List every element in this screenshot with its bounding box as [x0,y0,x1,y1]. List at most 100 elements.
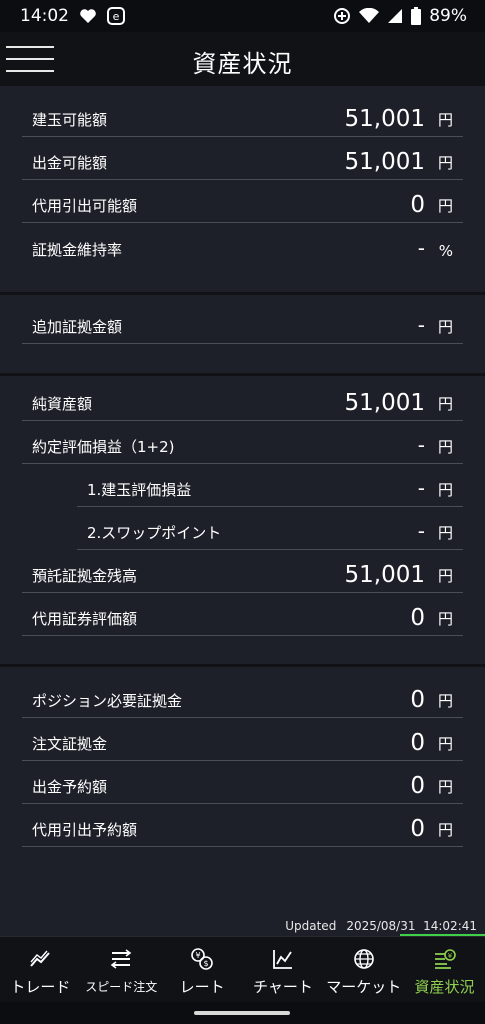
wifi-icon [359,8,380,24]
row-unrealized-pl-total: 約定評価損益（1+2) - 円 [22,421,463,464]
row-value: 0 [410,192,425,218]
speed-order-icon [109,947,133,971]
row-value: - [417,313,425,337]
row-label: 証拠金維持率 [32,241,123,259]
row-unit: 円 [437,197,453,215]
nav-label: レート [179,978,225,996]
home-gesture-bar[interactable] [194,1011,290,1015]
nav-chart[interactable]: チャート [242,937,323,1002]
nav-rate[interactable]: ¥ $ レート [162,937,243,1002]
row-unit: 円 [437,524,453,542]
nav-label: トレード [10,978,71,996]
row-substitute-withdrawal-reserved: 代用引出予約額 0 円 [22,804,463,847]
row-label: 2.スワップポイント [87,524,222,542]
nav-label: スピード注文 [85,980,158,994]
row-unit: 円 [437,735,453,753]
app-header: 資産状況 [0,32,485,86]
battery-icon [411,7,422,25]
page-title: 資産状況 [192,50,293,78]
row-label: 1.建玉評価損益 [87,481,192,499]
row-substitute-withdrawable: 代用引出可能額 0 円 [22,180,463,223]
row-value: 0 [410,816,425,842]
section-required-margin: ポジション必要証拠金 0 円 注文証拠金 0 円 出金予約額 0 円 代用引出予… [0,667,485,867]
svg-text:¥: ¥ [447,952,452,960]
row-margin-maintenance-rate: 証拠金維持率 - % [22,223,463,266]
row-value: 0 [410,773,425,799]
cell-signal-icon [387,8,403,24]
assets-icon: ¥ [433,947,457,971]
row-value: 0 [410,605,425,631]
rate-currency-icon: ¥ $ [190,947,214,971]
row-position-required-margin: ポジション必要証拠金 0 円 [22,675,463,718]
row-label: ポジション必要証拠金 [32,692,183,710]
nav-trade[interactable]: トレード [0,937,81,1002]
e-app-icon: e [107,7,125,25]
svg-text:¥: ¥ [196,951,201,960]
data-saver-icon [333,7,351,25]
nav-speed-order[interactable]: スピード注文 [81,937,162,1002]
row-unit: 円 [437,821,453,839]
system-gesture-area [0,1002,485,1024]
row-unit: 円 [437,778,453,796]
row-value: - [417,236,425,260]
updated-time: 2025/08/31 14:02:41 [346,919,477,933]
row-value: 51,001 [344,106,425,132]
row-value: 51,001 [344,562,425,588]
row-withdrawal-reserved: 出金予約額 0 円 [22,761,463,804]
nav-label: マーケット [326,978,402,996]
row-label: 代用証券評価額 [32,610,138,628]
heart-icon [79,8,97,24]
row-label: 純資産額 [32,395,93,413]
section-additional-margin: 追加証拠金額 - 円 [0,295,485,373]
nav-label: チャート [252,978,313,996]
row-value: - [417,433,425,457]
row-label: 追加証拠金額 [32,318,123,336]
row-label: 注文証拠金 [32,735,108,753]
row-unit: 円 [437,318,453,336]
globe-icon [352,947,376,971]
row-unit: 円 [437,481,453,499]
row-unit: 円 [437,610,453,628]
row-value: - [417,476,425,500]
row-unit: 円 [437,111,453,129]
row-swap-points: 2.スワップポイント - 円 [77,507,463,550]
updated-timestamp: Updated 2025/08/31 14:02:41 [285,919,477,933]
chart-icon [271,947,295,971]
status-time: 14:02 [20,6,69,26]
section-net-assets: 純資産額 51,001 円 約定評価損益（1+2) - 円 1.建玉評価損益 -… [0,376,485,664]
section-available-amounts: 建玉可能額 51,001 円 出金可能額 51,001 円 代用引出可能額 0 … [0,86,485,292]
row-value: 51,001 [344,149,425,175]
row-withdrawable: 出金可能額 51,001 円 [22,137,463,180]
row-substitute-securities-value: 代用証券評価額 0 円 [22,593,463,636]
nav-market[interactable]: マーケット [323,937,404,1002]
row-value: 0 [410,687,425,713]
row-label: 約定評価損益（1+2) [32,438,175,456]
trade-chart-icon [28,947,52,971]
row-value: 51,001 [344,390,425,416]
row-unit: 円 [437,438,453,456]
row-label: 預託証拠金残高 [32,567,138,585]
svg-text:$: $ [204,959,209,968]
bottom-nav: トレード スピード注文 ¥ $ レート チャート マーケット ¥ 資産状況 [0,936,485,1002]
nav-assets[interactable]: ¥ 資産状況 [404,937,485,1002]
row-net-assets: 純資産額 51,001 円 [22,378,463,421]
row-unit: 円 [437,692,453,710]
row-label: 出金予約額 [32,778,108,796]
row-unit: 円 [437,395,453,413]
row-order-margin: 注文証拠金 0 円 [22,718,463,761]
row-additional-margin: 追加証拠金額 - 円 [22,301,463,344]
battery-level: 89% [429,6,467,26]
row-position-available: 建玉可能額 51,001 円 [22,94,463,137]
svg-text:e: e [113,10,120,23]
row-value: - [417,519,425,543]
status-bar: 14:02 e 89% [0,0,485,32]
row-label: 代用引出予約額 [32,821,138,839]
nav-label: 資産状況 [414,978,475,996]
row-unit: 円 [437,154,453,172]
row-unit: % [438,242,453,260]
row-label: 代用引出可能額 [32,197,138,215]
row-value: 0 [410,730,425,756]
row-position-pl: 1.建玉評価損益 - 円 [77,464,463,507]
row-label: 出金可能額 [32,154,108,172]
row-unit: 円 [437,567,453,585]
